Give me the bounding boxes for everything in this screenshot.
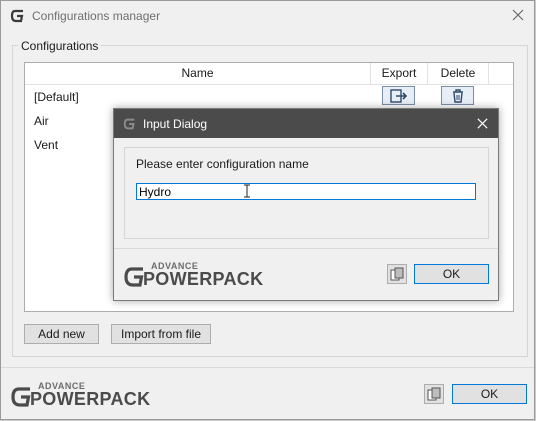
dialog-title-bar: Input Dialog <box>114 109 498 138</box>
column-header-export[interactable]: Export <box>371 63 427 84</box>
dialog-ok-button[interactable]: OK <box>414 264 489 284</box>
export-button[interactable] <box>382 86 415 105</box>
document-icon <box>390 267 404 281</box>
document-icon <box>427 387 441 401</box>
app-logo-icon <box>10 8 26 24</box>
ok-button[interactable]: OK <box>452 384 527 404</box>
table-row[interactable]: Air <box>34 114 49 128</box>
text-cursor-icon <box>244 184 250 198</box>
logo-big-text: POWERPACK <box>30 389 151 409</box>
delete-button[interactable] <box>441 86 474 105</box>
footer-divider <box>1 367 534 368</box>
close-icon[interactable] <box>511 8 525 22</box>
dialog-prompt: Please enter configuration name <box>136 157 309 171</box>
table-row[interactable]: [Default] <box>34 90 79 104</box>
dialog-footer-divider <box>114 248 498 249</box>
document-button[interactable] <box>424 384 444 404</box>
column-header-delete[interactable]: Delete <box>428 63 488 84</box>
advance-powerpack-logo: ADVANCE POWERPACK <box>11 381 161 411</box>
window-title: Configurations manager <box>32 9 161 23</box>
title-bar: Configurations manager <box>1 1 534 31</box>
table-header: Name Export Delete <box>25 63 513 85</box>
close-icon[interactable] <box>476 117 489 133</box>
import-from-file-button[interactable]: Import from file <box>111 324 211 344</box>
column-header-name[interactable]: Name <box>25 63 370 84</box>
dialog-logo-icon <box>123 117 137 134</box>
column-separator <box>488 63 489 84</box>
add-new-button[interactable]: Add new <box>24 324 99 344</box>
logo-big-text: POWERPACK <box>143 269 264 289</box>
advance-powerpack-logo: ADVANCE POWERPACK <box>124 261 274 291</box>
dialog-title: Input Dialog <box>143 117 208 131</box>
input-dialog: Input Dialog Please enter configuration … <box>113 108 499 301</box>
configuration-name-input[interactable] <box>136 183 476 200</box>
document-button[interactable] <box>387 264 407 284</box>
group-label: Configurations <box>18 39 102 53</box>
table-row[interactable]: Vent <box>34 138 58 152</box>
